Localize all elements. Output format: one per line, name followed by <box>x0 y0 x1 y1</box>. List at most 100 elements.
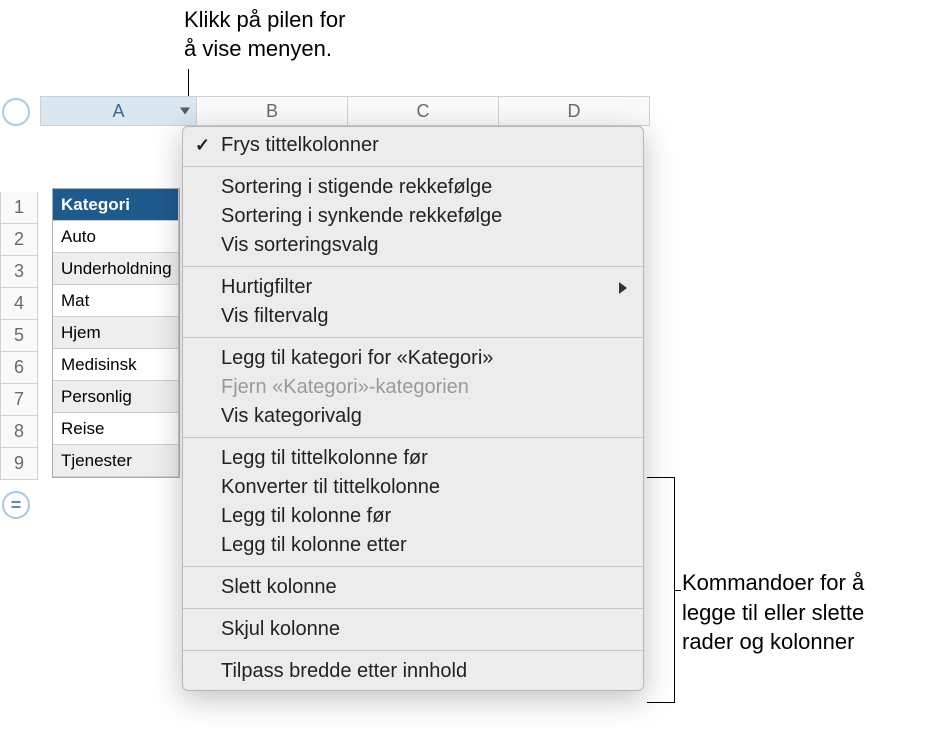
menu-separator <box>183 566 643 567</box>
column-context-menu: ✓ Frys tittelkolonner Sortering i stigen… <box>182 126 644 691</box>
menu-label: Fjern «Kategori»-kategorien <box>221 376 469 399</box>
row-header-6[interactable]: 6 <box>0 352 38 384</box>
cell-text: Medisinsk <box>61 355 137 375</box>
table-cell[interactable]: Auto <box>53 221 179 253</box>
cell-text: Mat <box>61 291 89 311</box>
table-cell[interactable]: Tjenester <box>53 445 179 477</box>
cell-text: Tjenester <box>61 451 132 471</box>
menu-filter-options[interactable]: Vis filtervalg <box>183 302 643 331</box>
menu-freeze-header-columns[interactable]: ✓ Frys tittelkolonner <box>183 131 643 160</box>
menu-label: Vis filtervalg <box>221 305 328 328</box>
menu-label: Frys tittelkolonner <box>221 134 379 157</box>
menu-remove-category: Fjern «Kategori»-kategorien <box>183 373 643 402</box>
row-header-2[interactable]: 2 <box>0 224 38 256</box>
callout-right-bracket <box>647 477 675 703</box>
menu-label: Sortering i stigende rekkefølge <box>221 176 492 199</box>
table-cell[interactable]: Reise <box>53 413 179 445</box>
menu-label: Slett kolonne <box>221 576 337 599</box>
menu-separator <box>183 437 643 438</box>
menu-sort-options[interactable]: Vis sorteringsvalg <box>183 231 643 260</box>
column-header-d[interactable]: D <box>499 96 650 126</box>
menu-sort-descending[interactable]: Sortering i synkende rekkefølge <box>183 202 643 231</box>
menu-label: Legg til kategori for «Kategori» <box>221 347 493 370</box>
table-row: Auto <box>53 221 179 253</box>
table-cell[interactable]: Personlig <box>53 381 179 413</box>
row-header-label: 8 <box>14 421 24 442</box>
menu-label: Konverter til tittelkolonne <box>221 476 440 499</box>
checkmark-icon: ✓ <box>195 135 210 156</box>
callout-top-text: Klikk på pilen for å vise menyen. <box>184 6 345 63</box>
row-header-1[interactable]: 1 <box>0 192 38 224</box>
row-header-label: 3 <box>14 261 24 282</box>
cell-text: Underholdning <box>61 259 172 279</box>
select-all-handle[interactable] <box>2 98 30 126</box>
table-row: Personlig <box>53 381 179 413</box>
menu-category-options[interactable]: Vis kategorivalg <box>183 402 643 431</box>
row-header-label: 6 <box>14 357 24 378</box>
menu-add-column-before[interactable]: Legg til kolonne før <box>183 502 643 531</box>
callout-right-text: Kommandoer for å legge til eller slette … <box>682 568 864 657</box>
column-header-label: B <box>266 101 278 122</box>
menu-delete-column[interactable]: Slett kolonne <box>183 573 643 602</box>
table-row: Tjenester <box>53 445 179 477</box>
formula-button[interactable]: = <box>2 491 30 519</box>
menu-add-column-after[interactable]: Legg til kolonne etter <box>183 531 643 560</box>
menu-label: Tilpass bredde etter innhold <box>221 660 467 683</box>
row-header-label: 9 <box>14 453 24 474</box>
chevron-down-icon[interactable] <box>180 108 190 115</box>
row-header-label: 5 <box>14 325 24 346</box>
row-header-5[interactable]: 5 <box>0 320 38 352</box>
menu-separator <box>183 166 643 167</box>
row-headers: 1 2 3 4 5 6 7 8 9 <box>0 134 38 480</box>
row-header-3[interactable]: 3 <box>0 256 38 288</box>
menu-add-category[interactable]: Legg til kategori for «Kategori» <box>183 344 643 373</box>
column-headers: A B C D <box>40 96 650 126</box>
cell-text: Personlig <box>61 387 132 407</box>
menu-label: Legg til kolonne etter <box>221 534 407 557</box>
table-header-cell[interactable]: Kategori <box>53 189 179 221</box>
menu-label: Legg til tittelkolonne før <box>221 447 428 470</box>
menu-fit-width[interactable]: Tilpass bredde etter innhold <box>183 657 643 686</box>
menu-sort-ascending[interactable]: Sortering i stigende rekkefølge <box>183 173 643 202</box>
row-header-4[interactable]: 4 <box>0 288 38 320</box>
table-row: Mat <box>53 285 179 317</box>
table-cell[interactable]: Mat <box>53 285 179 317</box>
menu-label: Hurtigfilter <box>221 276 312 299</box>
header-cell-text: Kategori <box>61 195 130 215</box>
column-header-a[interactable]: A <box>40 96 197 126</box>
row-header-9[interactable]: 9 <box>0 448 38 480</box>
table-cell[interactable]: Underholdning <box>53 253 179 285</box>
column-header-label: C <box>417 101 430 122</box>
row-header-label: 1 <box>14 197 24 218</box>
row-header-label: 2 <box>14 229 24 250</box>
table: Kategori Auto Underholdning Mat Hjem Med… <box>52 188 180 478</box>
table-header-row: Kategori <box>53 189 179 221</box>
cell-text: Hjem <box>61 323 101 343</box>
menu-label: Legg til kolonne før <box>221 505 391 528</box>
table-cell[interactable]: Hjem <box>53 317 179 349</box>
menu-separator <box>183 650 643 651</box>
submenu-arrow-icon <box>619 282 627 294</box>
row-header-label: 4 <box>14 293 24 314</box>
menu-quick-filter[interactable]: Hurtigfilter <box>183 273 643 302</box>
column-header-c[interactable]: C <box>348 96 499 126</box>
menu-label: Sortering i synkende rekkefølge <box>221 205 502 228</box>
table-row: Underholdning <box>53 253 179 285</box>
table-row: Reise <box>53 413 179 445</box>
menu-convert-to-header-column[interactable]: Konverter til tittelkolonne <box>183 473 643 502</box>
row-header-7[interactable]: 7 <box>0 384 38 416</box>
menu-add-header-column-before[interactable]: Legg til tittelkolonne før <box>183 444 643 473</box>
menu-label: Skjul kolonne <box>221 618 340 641</box>
table-cell[interactable]: Medisinsk <box>53 349 179 381</box>
equals-icon: = <box>11 495 22 516</box>
column-header-label: D <box>568 101 581 122</box>
menu-separator <box>183 608 643 609</box>
row-header-label: 7 <box>14 389 24 410</box>
callout-right-bracket-stem <box>675 590 681 591</box>
row-header-8[interactable]: 8 <box>0 416 38 448</box>
menu-separator <box>183 337 643 338</box>
cell-text: Reise <box>61 419 104 439</box>
column-header-label: A <box>112 101 124 122</box>
menu-hide-column[interactable]: Skjul kolonne <box>183 615 643 644</box>
column-header-b[interactable]: B <box>197 96 348 126</box>
